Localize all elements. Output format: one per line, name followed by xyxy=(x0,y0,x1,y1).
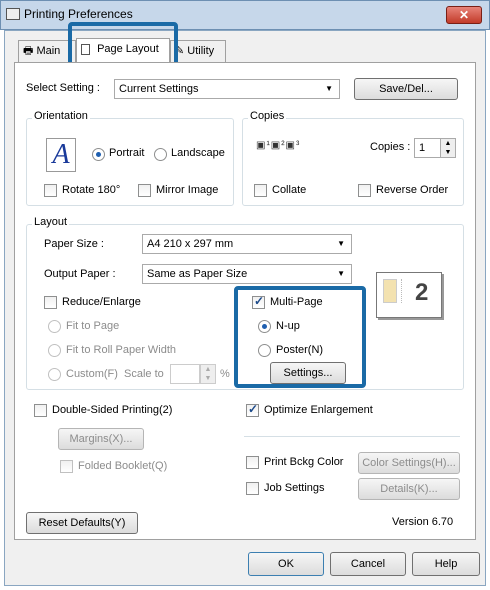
multi-page-settings-button[interactable]: Settings... xyxy=(270,362,346,384)
copies-stepper[interactable]: ▲ ▼ xyxy=(440,138,456,158)
help-button[interactable]: Help xyxy=(412,552,480,576)
reverse-order-checkbox[interactable] xyxy=(358,184,371,197)
collate-checkbox[interactable] xyxy=(254,184,267,197)
optimize-enlargement-checkbox[interactable] xyxy=(246,402,259,417)
reverse-order-label: Reverse Order xyxy=(376,184,449,196)
ok-button[interactable]: OK xyxy=(248,552,324,576)
scale-input[interactable] xyxy=(170,364,200,384)
reduce-enlarge-label: Reduce/Enlarge xyxy=(62,296,141,308)
double-sided-label: Double-Sided Printing(2) xyxy=(52,404,173,416)
tab-utility-label: Utility xyxy=(187,45,215,57)
collate-pages-icon: ▣¹▣²▣³ xyxy=(256,140,301,151)
print-bckg-checkbox[interactable] xyxy=(246,456,259,469)
fit-to-page-label: Fit to Page xyxy=(66,320,120,332)
select-setting-value: Current Settings xyxy=(119,83,199,95)
color-settings-button[interactable]: Color Settings(H)... xyxy=(358,452,460,474)
scale-stepper[interactable]: ▲ ▼ xyxy=(200,364,216,384)
folded-booklet-label: Folded Booklet(Q) xyxy=(78,460,168,472)
landscape-label: Landscape xyxy=(171,147,225,159)
output-paper-dropdown[interactable]: Same as Paper Size ▼ xyxy=(142,264,352,284)
fit-to-page-radio[interactable] xyxy=(48,320,61,333)
orientation-title: Orientation xyxy=(32,110,90,122)
output-paper-value: Same as Paper Size xyxy=(147,268,248,280)
output-paper-label: Output Paper : xyxy=(44,268,116,280)
folded-booklet-checkbox[interactable] xyxy=(60,460,73,473)
select-setting-label: Select Setting : xyxy=(26,82,100,94)
multi-page-checkbox[interactable] xyxy=(252,294,265,309)
tab-main-label: Main xyxy=(36,45,61,57)
reset-defaults-button[interactable]: Reset Defaults(Y) xyxy=(26,512,138,534)
print-bckg-label: Print Bckg Color xyxy=(264,456,344,468)
custom-label: Custom(F) xyxy=(66,368,118,380)
rotate180-label: Rotate 180° xyxy=(62,184,121,196)
preview-number: 2 xyxy=(415,279,429,306)
collate-label: Collate xyxy=(272,184,307,196)
landscape-radio[interactable] xyxy=(154,148,167,161)
copies-label: Copies : xyxy=(370,141,411,153)
fit-to-roll-label: Fit to Roll Paper Width xyxy=(66,344,177,356)
poster-radio[interactable] xyxy=(258,344,271,357)
window-title: Printing Preferences xyxy=(24,7,133,21)
double-sided-checkbox[interactable] xyxy=(34,404,47,417)
layout-title: Layout xyxy=(32,216,70,228)
printer-tab-icon: 🖶 xyxy=(23,45,34,57)
chevron-down-icon: ▼ xyxy=(337,239,345,248)
paper-size-dropdown[interactable]: A4 210 x 297 mm ▼ xyxy=(142,234,352,254)
version-label: Version 6.70 xyxy=(392,516,454,528)
save-del-button[interactable]: Save/Del... xyxy=(354,78,458,100)
reduce-enlarge-checkbox[interactable] xyxy=(44,296,57,309)
poster-label: Poster(N) xyxy=(276,344,324,356)
mirror-image-label: Mirror Image xyxy=(156,184,219,196)
nup-label: N-up xyxy=(276,320,300,332)
chevron-down-icon: ▼ xyxy=(337,269,345,278)
details-button[interactable]: Details(K)... xyxy=(358,478,460,500)
multi-page-label: Multi-Page xyxy=(270,296,323,308)
paper-size-label: Paper Size : xyxy=(44,238,104,250)
nup-radio[interactable] xyxy=(258,320,271,333)
job-settings-checkbox[interactable] xyxy=(246,482,259,495)
optimize-enlargement-label: Optimize Enlargement xyxy=(264,404,373,416)
job-settings-label: Job Settings xyxy=(264,482,325,494)
close-button[interactable]: ✕ xyxy=(446,6,482,24)
select-setting-dropdown[interactable]: Current Settings ▼ xyxy=(114,79,340,99)
portrait-radio[interactable] xyxy=(92,148,105,161)
fit-to-roll-radio[interactable] xyxy=(48,344,61,357)
rotate180-checkbox[interactable] xyxy=(44,184,57,197)
custom-radio[interactable] xyxy=(48,368,61,381)
cancel-button[interactable]: Cancel xyxy=(330,552,406,576)
mirror-image-checkbox[interactable] xyxy=(138,184,151,197)
printer-icon xyxy=(6,8,20,20)
portrait-label: Portrait xyxy=(109,147,145,159)
page-divider xyxy=(401,279,413,303)
tab-utility[interactable]: ✎ Utility xyxy=(170,40,226,62)
percent-label: % xyxy=(220,368,230,380)
margins-button[interactable]: Margins(X)... xyxy=(58,428,144,450)
orientation-preview-icon: A xyxy=(46,138,76,172)
scale-to-label: Scale to xyxy=(124,368,164,380)
page-thumb-icon xyxy=(383,279,397,303)
divider xyxy=(244,436,460,437)
copies-title: Copies xyxy=(248,110,287,122)
paper-size-value: A4 210 x 297 mm xyxy=(147,238,234,250)
page-layout-tab-highlight xyxy=(68,22,178,66)
chevron-down-icon: ▼ xyxy=(325,84,333,93)
multipage-preview: 2 xyxy=(376,272,442,318)
